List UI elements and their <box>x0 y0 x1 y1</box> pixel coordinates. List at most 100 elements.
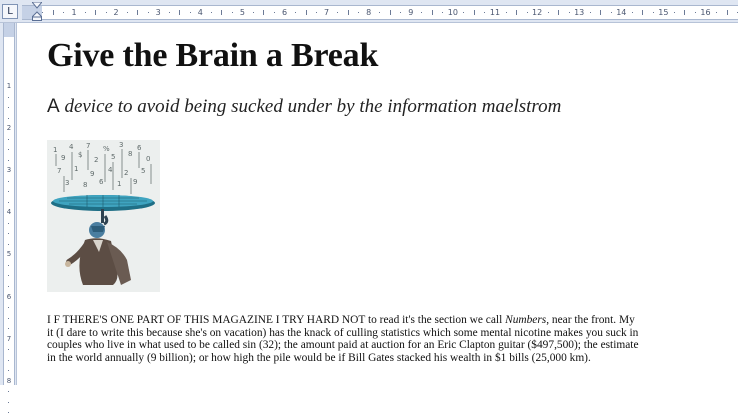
ruler-tick <box>389 10 391 15</box>
svg-text:8: 8 <box>128 150 132 158</box>
ruler-tick <box>400 12 402 13</box>
ruler-tick <box>63 12 65 13</box>
ruler-number: 11 <box>489 8 501 17</box>
ruler-tick <box>105 12 107 13</box>
document-page[interactable]: Give the Brain a Break A device to avoid… <box>17 23 738 385</box>
ruler-tick <box>316 12 318 13</box>
article-subtitle: A device to avoid being sucked under by … <box>47 96 561 118</box>
ruler-tick <box>189 12 191 13</box>
svg-text:2: 2 <box>94 156 98 164</box>
ruler-tick <box>600 10 602 15</box>
ruler-tick <box>684 10 686 15</box>
vertical-ruler-number: 7 <box>6 334 12 343</box>
ruler-tick <box>179 10 181 15</box>
vertical-ruler-top-margin <box>4 23 14 37</box>
body-line: in the world annually (9 billion); or ho… <box>47 352 738 365</box>
ruler-tick <box>147 12 149 13</box>
ruler-tick <box>716 12 718 13</box>
ruler-number: 10 <box>447 8 458 17</box>
svg-text:$: $ <box>78 151 82 159</box>
ruler-number: 3 <box>155 8 161 17</box>
svg-text:1: 1 <box>74 165 78 173</box>
ruler-tick <box>137 10 139 15</box>
vertical-ruler-tick <box>8 138 9 140</box>
vertical-ruler-tick <box>8 191 9 193</box>
ruler-number: 2 <box>113 8 119 17</box>
svg-text:1: 1 <box>53 146 57 154</box>
ruler-tick <box>126 12 128 13</box>
horizontal-ruler[interactable]: L 1 2 3 4 5 6 7 8 9 10 11 12 13 14 15 16 <box>0 0 738 23</box>
brain-break-illustration[interactable]: 194 $72 %53 860 7 19 425 386 19 <box>47 140 160 292</box>
vertical-ruler-number: 6 <box>6 292 12 301</box>
svg-text:4: 4 <box>69 143 74 151</box>
vertical-ruler-number: 8 <box>6 376 12 385</box>
subtitle-text: device to avoid being sucked under by th… <box>59 96 562 117</box>
ruler-tick <box>210 12 212 13</box>
svg-text:%: % <box>103 145 110 153</box>
ruler-tick <box>231 12 233 13</box>
svg-text:1: 1 <box>117 180 121 188</box>
ruler-number: 1 <box>71 8 77 17</box>
article-title: Give the Brain a Break <box>47 37 379 74</box>
vertical-ruler-tick <box>8 243 9 245</box>
svg-text:6: 6 <box>99 178 104 186</box>
svg-text:8: 8 <box>83 181 87 189</box>
vertical-ruler-tick <box>8 328 9 330</box>
ruler-tick <box>347 10 349 15</box>
body-text-segment: in the world annually (9 billion); or ho… <box>47 352 591 365</box>
vertical-ruler-number: 4 <box>6 208 12 217</box>
ruler-tick <box>168 12 170 13</box>
vertical-ruler-tick <box>8 275 9 277</box>
body-text-segment: I F THERE'S ONE PART OF THIS MAGAZINE I … <box>47 314 506 326</box>
vertical-ruler-tick <box>8 349 9 351</box>
body-text-segment: couples who live in what used to be call… <box>47 339 639 352</box>
ruler-tick <box>463 12 465 13</box>
ruler-number: 15 <box>658 8 669 17</box>
vertical-ruler-tick <box>8 222 9 224</box>
indent-marker-icon[interactable] <box>32 2 42 21</box>
svg-text:5: 5 <box>111 153 115 161</box>
body-italic-segment: Numbers <box>505 314 547 326</box>
vertical-ruler-tick <box>8 180 9 182</box>
vertical-ruler-tick <box>8 370 9 372</box>
svg-text:9: 9 <box>61 154 65 162</box>
ruler-scale[interactable]: 1 2 3 4 5 6 7 8 9 10 11 12 13 14 15 16 <box>22 5 738 20</box>
vertical-ruler-tick <box>8 96 9 98</box>
ruler-tick <box>516 10 518 15</box>
vertical-ruler-tick <box>8 117 9 119</box>
ruler-tick <box>421 12 423 13</box>
vertical-ruler-tick <box>8 391 9 393</box>
ruler-tick <box>547 12 549 13</box>
ruler-tick <box>442 12 444 13</box>
ruler-number: 8 <box>366 8 372 17</box>
body-line: it (I dare to write this because she's o… <box>47 327 738 340</box>
ruler-number: 16 <box>700 8 711 17</box>
ruler-tick <box>337 12 339 13</box>
vertical-ruler-scale[interactable]: 1 2 3 4 5 6 7 8 <box>3 23 15 413</box>
tab-selector-button[interactable]: L <box>2 4 18 19</box>
article-body: I F THERE'S ONE PART OF THIS MAGAZINE I … <box>47 314 738 365</box>
ruler-tick <box>431 10 433 15</box>
ruler-tick <box>263 10 265 15</box>
ruler-tick <box>610 12 612 13</box>
svg-text:2: 2 <box>124 169 128 177</box>
ruler-tick <box>505 12 507 13</box>
ruler-tick <box>484 12 486 13</box>
ruler-tick <box>673 12 675 13</box>
ruler-tick <box>473 10 475 15</box>
vertical-ruler-tick <box>8 359 9 361</box>
vertical-ruler-tick <box>8 159 9 161</box>
ruler-number: 12 <box>532 8 543 17</box>
ruler-number: 5 <box>239 8 245 17</box>
svg-text:7: 7 <box>57 167 61 175</box>
ruler-tick <box>42 12 44 13</box>
ruler-number: 9 <box>408 8 414 17</box>
ruler-tick <box>642 10 644 15</box>
vertical-ruler-tick <box>8 201 9 203</box>
ruler-tick <box>379 12 381 13</box>
ruler-tick <box>558 10 560 15</box>
ruler-tick <box>295 12 297 13</box>
ruler-tick <box>84 12 86 13</box>
ruler-tick <box>305 10 307 15</box>
vertical-ruler[interactable]: 1 2 3 4 5 6 7 8 <box>0 23 17 413</box>
